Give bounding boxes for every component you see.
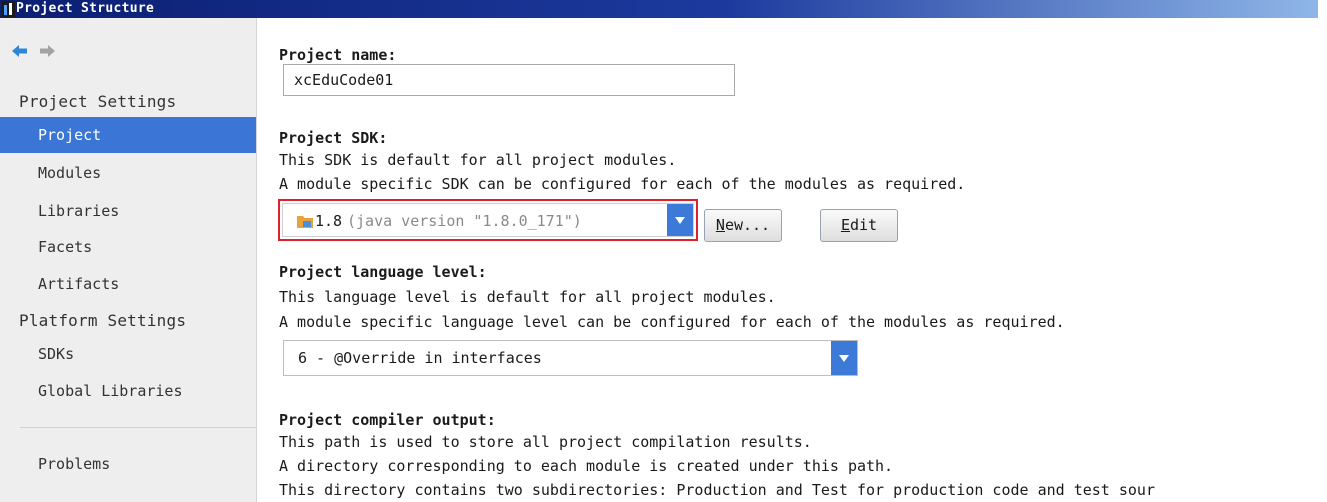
compiler-description-3: This directory contains two subdirectori… (279, 481, 1155, 499)
sidebar-item-modules[interactable]: Modules (0, 155, 256, 191)
sdk-description-1: This SDK is default for all project modu… (279, 151, 677, 169)
sidebar-item-problems[interactable]: Problems (0, 446, 256, 482)
window-title: Project Structure (16, 1, 155, 16)
project-sdk-label: Project SDK: (279, 129, 388, 147)
sidebar-item-artifacts[interactable]: Artifacts (0, 266, 256, 302)
window-edge (1318, 0, 1327, 502)
edit-sdk-button[interactable]: Edit (820, 209, 898, 242)
language-level-value: 6 - @Override in interfaces (298, 349, 542, 367)
language-level-label: Project language level: (279, 263, 487, 281)
sidebar-item-project[interactable]: Project (0, 117, 256, 153)
project-name-input[interactable] (283, 64, 735, 96)
language-level-dropdown[interactable]: 6 - @Override in interfaces (283, 340, 858, 376)
sdk-version: 1.8 (315, 212, 343, 230)
language-description-1: This language level is default for all p… (279, 288, 776, 306)
sdk-description-2: A module specific SDK can be configured … (279, 175, 966, 193)
sdk-folder-icon (297, 216, 313, 228)
sidebar: Project Settings Project Modules Librari… (0, 18, 257, 502)
project-sdk-dropdown[interactable]: 1.8 (java version "1.8.0_171") (282, 203, 694, 237)
language-description-2: A module specific language level can be … (279, 313, 1065, 331)
sidebar-item-global-libraries[interactable]: Global Libraries (0, 373, 256, 409)
sdk-version-detail: (java version "1.8.0_171") (347, 212, 582, 230)
dropdown-arrow-icon[interactable] (667, 204, 693, 236)
forward-arrow-icon[interactable] (38, 44, 56, 58)
compiler-description-2: A directory corresponding to each module… (279, 457, 894, 475)
project-name-label: Project name: (279, 46, 397, 64)
platform-settings-header: Platform Settings (19, 311, 187, 330)
sidebar-item-libraries[interactable]: Libraries (0, 193, 256, 229)
new-sdk-button[interactable]: New... (704, 209, 782, 242)
title-bar: Project Structure (0, 0, 1318, 18)
sidebar-item-sdks[interactable]: SDKs (0, 336, 256, 372)
compiler-description-1: This path is used to store all project c… (279, 433, 812, 451)
project-settings-panel: Project name: Project SDK: This SDK is d… (257, 18, 1318, 502)
project-settings-header: Project Settings (19, 92, 177, 111)
dropdown-arrow-icon[interactable] (831, 341, 857, 375)
intellij-app-icon (2, 1, 15, 17)
sidebar-divider (20, 427, 256, 428)
back-arrow-icon[interactable] (11, 44, 29, 58)
compiler-output-label: Project compiler output: (279, 411, 496, 429)
sidebar-item-facets[interactable]: Facets (0, 229, 256, 265)
